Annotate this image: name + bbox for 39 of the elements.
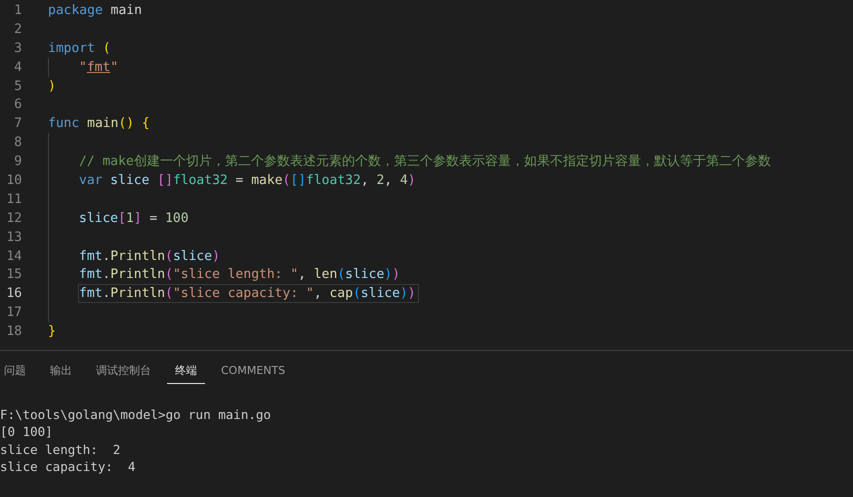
terminal-output-line: F:\tools\golang\model>go run main.go bbox=[0, 406, 272, 424]
line-number: 13 bbox=[5, 230, 22, 245]
code-line: var slice []float32 = make([]float32, 2, 4) bbox=[79, 172, 417, 189]
line-number: 2 bbox=[13, 22, 22, 37]
line-number: 7 bbox=[13, 116, 22, 132]
line-number: 1 bbox=[13, 2, 22, 18]
code-line: import ( bbox=[48, 40, 112, 57]
code-line: } bbox=[48, 323, 57, 340]
code-line: package main bbox=[48, 2, 143, 19]
line-number: 10 bbox=[5, 172, 22, 188]
line-number: 15 bbox=[5, 267, 22, 282]
line-number: 9 bbox=[13, 154, 22, 170]
line-number: 11 bbox=[5, 192, 22, 207]
code-line: "fmt" bbox=[79, 58, 120, 76]
line-number: 6 bbox=[13, 97, 22, 112]
line-number: 8 bbox=[13, 135, 22, 150]
panel-tab[interactable]: 调试控制台 bbox=[88, 359, 159, 384]
code-line: fmt.Println(slice) bbox=[79, 248, 221, 265]
code-line: slice[1] = 100 bbox=[79, 210, 190, 227]
code-line: ) bbox=[48, 78, 57, 94]
line-number: 14 bbox=[5, 248, 22, 264]
panel-tab[interactable]: COMMENTS bbox=[213, 359, 294, 384]
code-line: func main() { bbox=[48, 115, 151, 132]
code-line: fmt.Println("slice length: ", len(slice)) bbox=[79, 266, 401, 284]
terminal-output-line: slice length: 2 bbox=[0, 440, 122, 458]
line-number: 3 bbox=[13, 40, 22, 56]
terminal-output-line: [0 100] bbox=[0, 423, 54, 441]
code-line: // make创建一个切片，第二个参数表述元素的个数，第三个参数表示容量，如果不指定切片容量，默认等于第二个参数 bbox=[79, 153, 772, 170]
line-number: 16 bbox=[5, 286, 22, 302]
code-line: fmt.Println("slice capacity: ", cap(slice)) bbox=[79, 285, 418, 302]
line-number: 5 bbox=[13, 78, 22, 94]
line-number: 17 bbox=[5, 305, 22, 320]
line-number: 18 bbox=[5, 324, 22, 340]
terminal-output-line: slice capacity: 4 bbox=[0, 458, 136, 476]
panel-tab[interactable]: 输出 bbox=[42, 359, 80, 384]
line-number: 4 bbox=[13, 60, 22, 75]
panel-tab[interactable]: 终端 bbox=[167, 359, 205, 384]
panel-tab[interactable]: 问题 bbox=[0, 359, 34, 384]
line-number: 12 bbox=[5, 210, 22, 226]
